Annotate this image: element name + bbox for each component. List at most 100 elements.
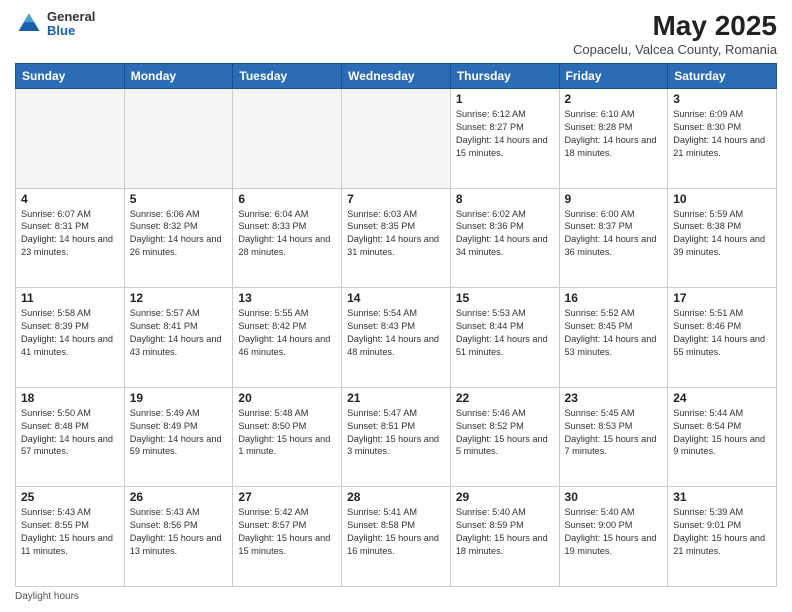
calendar-cell: 24 Sunrise: 5:44 AM Sunset: 8:54 PM Dayli… [668, 387, 777, 487]
day-number: 30 [565, 490, 663, 504]
logo-icon [15, 10, 43, 38]
weekday-header-saturday: Saturday [668, 64, 777, 89]
logo-general: General [47, 10, 95, 24]
day-number: 6 [238, 192, 336, 206]
calendar-cell: 28 Sunrise: 5:41 AM Sunset: 8:58 PM Dayli… [342, 487, 451, 587]
week-row-1: 1Sunrise: 6:12 AM Sunset: 8:27 PM Daylig… [16, 89, 777, 189]
day-number: 14 [347, 291, 445, 305]
week-row-2: 4 Sunrise: 6:07 AM Sunset: 8:31 PM Daylig… [16, 188, 777, 288]
day-info: Sunrise: 5:40 AM Sunset: 9:00 PM Dayligh… [565, 506, 663, 558]
calendar-cell: 8Sunrise: 6:02 AM Sunset: 8:36 PM Daylig… [450, 188, 559, 288]
weekday-header-thursday: Thursday [450, 64, 559, 89]
week-row-4: 18 Sunrise: 5:50 AM Sunset: 8:48 PM Dayli… [16, 387, 777, 487]
calendar-cell [233, 89, 342, 189]
day-info: Sunrise: 5:45 AM Sunset: 8:53 PM Dayligh… [565, 407, 663, 459]
title-block: May 2025 Copacelu, Valcea County, Romani… [573, 10, 777, 57]
day-info: Sunrise: 6:12 AM Sunset: 8:27 PM Dayligh… [456, 108, 554, 160]
calendar-cell: 3 Sunrise: 6:09 AM Sunset: 8:30 PM Daylig… [668, 89, 777, 189]
calendar-cell: 26 Sunrise: 5:43 AM Sunset: 8:56 PM Dayli… [124, 487, 233, 587]
day-info: Sunrise: 5:39 AM Sunset: 9:01 PM Dayligh… [673, 506, 771, 558]
week-row-5: 25 Sunrise: 5:43 AM Sunset: 8:55 PM Dayli… [16, 487, 777, 587]
calendar-cell: 1Sunrise: 6:12 AM Sunset: 8:27 PM Daylig… [450, 89, 559, 189]
day-info: Sunrise: 5:43 AM Sunset: 8:56 PM Dayligh… [130, 506, 228, 558]
calendar-cell: 15Sunrise: 5:53 AM Sunset: 8:44 PM Dayli… [450, 288, 559, 388]
day-number: 5 [130, 192, 228, 206]
logo: General Blue [15, 10, 95, 39]
calendar-cell: 29Sunrise: 5:40 AM Sunset: 8:59 PM Dayli… [450, 487, 559, 587]
daylight-label: Daylight hours [15, 591, 79, 602]
day-number: 11 [21, 291, 119, 305]
day-number: 29 [456, 490, 554, 504]
page: General Blue May 2025 Copacelu, Valcea C… [0, 0, 792, 612]
day-info: Sunrise: 6:00 AM Sunset: 8:37 PM Dayligh… [565, 208, 663, 260]
calendar-cell: 19 Sunrise: 5:49 AM Sunset: 8:49 PM Dayli… [124, 387, 233, 487]
calendar-cell: 22 Sunrise: 5:46 AM Sunset: 8:52 PM Dayli… [450, 387, 559, 487]
day-number: 13 [238, 291, 336, 305]
day-number: 4 [21, 192, 119, 206]
day-number: 22 [456, 391, 554, 405]
calendar-cell: 12Sunrise: 5:57 AM Sunset: 8:41 PM Dayli… [124, 288, 233, 388]
day-number: 18 [21, 391, 119, 405]
day-info: Sunrise: 5:50 AM Sunset: 8:48 PM Dayligh… [21, 407, 119, 459]
day-number: 9 [565, 192, 663, 206]
day-info: Sunrise: 5:43 AM Sunset: 8:55 PM Dayligh… [21, 506, 119, 558]
calendar-cell: 20 Sunrise: 5:48 AM Sunset: 8:50 PM Dayli… [233, 387, 342, 487]
day-number: 3 [673, 92, 771, 106]
header: General Blue May 2025 Copacelu, Valcea C… [15, 10, 777, 57]
day-number: 24 [673, 391, 771, 405]
day-number: 25 [21, 490, 119, 504]
day-number: 21 [347, 391, 445, 405]
day-info: Sunrise: 6:03 AM Sunset: 8:35 PM Dayligh… [347, 208, 445, 260]
day-number: 19 [130, 391, 228, 405]
day-info: Sunrise: 5:55 AM Sunset: 8:42 PM Dayligh… [238, 307, 336, 359]
day-info: Sunrise: 5:49 AM Sunset: 8:49 PM Dayligh… [130, 407, 228, 459]
day-number: 26 [130, 490, 228, 504]
calendar-body: 1Sunrise: 6:12 AM Sunset: 8:27 PM Daylig… [16, 89, 777, 587]
weekday-header-monday: Monday [124, 64, 233, 89]
day-info: Sunrise: 5:47 AM Sunset: 8:51 PM Dayligh… [347, 407, 445, 459]
day-info: Sunrise: 6:07 AM Sunset: 8:31 PM Dayligh… [21, 208, 119, 260]
logo-text: General Blue [47, 10, 95, 39]
day-info: Sunrise: 5:52 AM Sunset: 8:45 PM Dayligh… [565, 307, 663, 359]
day-info: Sunrise: 6:02 AM Sunset: 8:36 PM Dayligh… [456, 208, 554, 260]
day-info: Sunrise: 5:53 AM Sunset: 8:44 PM Dayligh… [456, 307, 554, 359]
day-number: 16 [565, 291, 663, 305]
calendar-cell [124, 89, 233, 189]
day-info: Sunrise: 5:48 AM Sunset: 8:50 PM Dayligh… [238, 407, 336, 459]
calendar-cell [342, 89, 451, 189]
calendar-cell: 6Sunrise: 6:04 AM Sunset: 8:33 PM Daylig… [233, 188, 342, 288]
weekday-header-row: SundayMondayTuesdayWednesdayThursdayFrid… [16, 64, 777, 89]
calendar-cell: 4 Sunrise: 6:07 AM Sunset: 8:31 PM Daylig… [16, 188, 125, 288]
subtitle: Copacelu, Valcea County, Romania [573, 42, 777, 57]
week-row-3: 11Sunrise: 5:58 AM Sunset: 8:39 PM Dayli… [16, 288, 777, 388]
calendar-cell: 11Sunrise: 5:58 AM Sunset: 8:39 PM Dayli… [16, 288, 125, 388]
calendar-cell: 5 Sunrise: 6:06 AM Sunset: 8:32 PM Daylig… [124, 188, 233, 288]
day-info: Sunrise: 5:54 AM Sunset: 8:43 PM Dayligh… [347, 307, 445, 359]
calendar-cell: 23Sunrise: 5:45 AM Sunset: 8:53 PM Dayli… [559, 387, 668, 487]
calendar-cell: 21 Sunrise: 5:47 AM Sunset: 8:51 PM Dayli… [342, 387, 451, 487]
calendar-cell: 31Sunrise: 5:39 AM Sunset: 9:01 PM Dayli… [668, 487, 777, 587]
calendar-cell: 2Sunrise: 6:10 AM Sunset: 8:28 PM Daylig… [559, 89, 668, 189]
day-number: 2 [565, 92, 663, 106]
day-info: Sunrise: 5:44 AM Sunset: 8:54 PM Dayligh… [673, 407, 771, 459]
day-info: Sunrise: 5:59 AM Sunset: 8:38 PM Dayligh… [673, 208, 771, 260]
calendar-cell [16, 89, 125, 189]
weekday-header-friday: Friday [559, 64, 668, 89]
footer-note: Daylight hours [15, 591, 777, 602]
day-number: 7 [347, 192, 445, 206]
calendar: SundayMondayTuesdayWednesdayThursdayFrid… [15, 63, 777, 587]
calendar-cell: 18 Sunrise: 5:50 AM Sunset: 8:48 PM Dayli… [16, 387, 125, 487]
day-info: Sunrise: 5:41 AM Sunset: 8:58 PM Dayligh… [347, 506, 445, 558]
calendar-cell: 10 Sunrise: 5:59 AM Sunset: 8:38 PM Dayli… [668, 188, 777, 288]
day-info: Sunrise: 6:06 AM Sunset: 8:32 PM Dayligh… [130, 208, 228, 260]
day-number: 27 [238, 490, 336, 504]
day-number: 20 [238, 391, 336, 405]
day-number: 10 [673, 192, 771, 206]
day-number: 12 [130, 291, 228, 305]
day-number: 28 [347, 490, 445, 504]
day-info: Sunrise: 5:46 AM Sunset: 8:52 PM Dayligh… [456, 407, 554, 459]
calendar-cell: 14 Sunrise: 5:54 AM Sunset: 8:43 PM Dayli… [342, 288, 451, 388]
calendar-cell: 7 Sunrise: 6:03 AM Sunset: 8:35 PM Daylig… [342, 188, 451, 288]
calendar-cell: 25 Sunrise: 5:43 AM Sunset: 8:55 PM Dayli… [16, 487, 125, 587]
day-info: Sunrise: 6:09 AM Sunset: 8:30 PM Dayligh… [673, 108, 771, 160]
